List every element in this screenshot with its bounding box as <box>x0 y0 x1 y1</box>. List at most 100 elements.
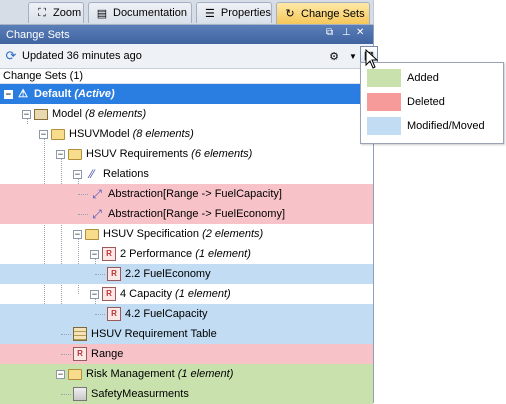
tree-label: HSUV Requirement Table <box>91 328 217 340</box>
tree-note: (8 elements) <box>85 108 147 120</box>
tree-row-hsuv-specification[interactable]: − HSUV Specification (2 elements) <box>0 224 373 244</box>
updated-status: Updated 36 minutes ago <box>22 50 142 62</box>
tree-label: Relations <box>103 168 149 180</box>
tree-note: (1 element) <box>177 368 234 380</box>
added-swatch <box>367 69 401 87</box>
tree-row-risk-management[interactable]: − Risk Management (1 element) <box>0 364 373 384</box>
legend-label: Modified/Moved <box>407 120 485 132</box>
tree-label: 2.2 FuelEconomy <box>125 268 211 280</box>
sync-icon[interactable]: ⟳ <box>4 48 18 63</box>
tree-row-2-performance[interactable]: − R 2 Performance (1 element) <box>0 244 373 264</box>
tree-label: Default <box>34 88 72 100</box>
collapse-icon[interactable]: − <box>22 109 31 119</box>
deleted-swatch <box>367 93 401 111</box>
tree-label: Abstraction[Range -> FuelCapacity] <box>108 188 282 200</box>
tree-note: (1 element) <box>195 248 251 260</box>
legend-item-added: Added <box>367 69 439 87</box>
tree-label: 4.2 FuelCapacity <box>125 308 208 320</box>
tree-row-4-2-fuelcapacity[interactable]: R 4.2 FuelCapacity <box>0 304 373 324</box>
tab-label: Change Sets <box>301 7 365 20</box>
requirement-icon: R <box>107 267 121 281</box>
tree-row-4-capacity[interactable]: − R 4 Capacity (1 element) <box>0 284 373 304</box>
tab-documentation[interactable]: ▤ Documentation <box>88 2 192 23</box>
tab-bar: ⛶ Zoom ▤ Documentation ☰ Properties ↻ Ch… <box>0 0 373 25</box>
collapse-icon[interactable]: − <box>73 169 82 179</box>
collapse-icon[interactable]: − <box>4 89 13 99</box>
tree-note: (6 elements) <box>191 148 253 160</box>
collapse-icon[interactable]: − <box>39 129 48 139</box>
tab-label: Properties <box>220 7 271 19</box>
collapse-icon[interactable]: − <box>73 229 82 239</box>
legend-label: Deleted <box>407 96 445 108</box>
panel-toolbar: ⟳ Updated 36 minutes ago ⚙ ▼ ▦ <box>0 44 378 69</box>
tree-label: HSUVModel <box>69 128 130 140</box>
relations-icon: ⁄⁄ <box>89 167 94 181</box>
tab-properties[interactable]: ☰ Properties <box>196 2 272 23</box>
requirement-icon: R <box>102 247 116 261</box>
folder-icon <box>68 148 82 160</box>
diagram-icon <box>73 387 87 401</box>
tab-zoom[interactable]: ⛶ Zoom <box>28 2 84 23</box>
tab-change-sets[interactable]: ↻ Change Sets <box>276 2 370 24</box>
abstraction-icon: ⤢ <box>92 187 102 201</box>
legend-item-modified: Modified/Moved <box>367 117 485 135</box>
table-icon <box>73 327 87 341</box>
tree-row-hsuv-requirement-table[interactable]: HSUV Requirement Table <box>0 324 373 344</box>
folder-icon <box>85 228 99 240</box>
right-pane <box>373 0 506 403</box>
requirement-icon: R <box>102 287 116 301</box>
tab-label: Zoom <box>53 7 82 19</box>
folder-icon <box>51 128 65 140</box>
pin-icon[interactable]: ⊥ <box>342 27 351 38</box>
legend-popup: Added Deleted Modified/Moved <box>360 62 504 144</box>
tree-row-safetymeasurments[interactable]: SafetyMeasurments <box>0 384 373 404</box>
tree-note: (Active) <box>74 88 115 100</box>
tree-note: (1 element) <box>175 288 231 300</box>
modified-swatch <box>367 117 401 135</box>
tree-note: (2 elements) <box>202 228 264 240</box>
tree-label: HSUV Requirements <box>86 148 189 160</box>
collapse-icon[interactable]: − <box>90 289 99 299</box>
tree-row-range[interactable]: R Range <box>0 344 373 364</box>
tree-row-hsuvmodel[interactable]: − HSUVModel (8 elements) <box>0 124 373 144</box>
tree-row-abstraction-fuelcapacity[interactable]: ⤢ Abstraction[Range -> FuelCapacity] <box>0 184 373 204</box>
folder-icon <box>68 368 82 380</box>
documentation-icon: ▤ <box>96 7 108 20</box>
tree-label: HSUV Specification <box>103 228 199 240</box>
collapse-icon[interactable]: − <box>90 249 99 259</box>
change-sets-icon: ↻ <box>285 8 295 20</box>
tree-row-2-2-fueleconomy[interactable]: R 2.2 FuelEconomy <box>0 264 373 284</box>
package-icon <box>34 108 48 120</box>
tree-row-abstraction-fueleconomy[interactable]: ⤢ Abstraction[Range -> FuelEconomy] <box>0 204 373 224</box>
options-icon[interactable]: ⚙ <box>326 48 342 64</box>
abstraction-icon: ⤢ <box>92 207 102 221</box>
panel-title: Change Sets <box>6 28 70 41</box>
chevron-down-icon[interactable]: ▼ <box>345 48 361 64</box>
tree-row-model[interactable]: − Model (8 elements) <box>0 104 373 124</box>
warning-icon: ⚠ <box>18 88 28 100</box>
change-sets-tree: − ⚠ Default (Active) − Model (8 elements… <box>0 84 373 404</box>
tree-label: Abstraction[Range -> FuelEconomy] <box>108 208 286 220</box>
tree-label: Range <box>91 348 124 360</box>
legend-item-deleted: Deleted <box>367 93 445 111</box>
tab-label: Documentation <box>113 7 187 19</box>
collapse-icon[interactable]: − <box>56 369 65 379</box>
tree-row-hsuv-requirements[interactable]: − HSUV Requirements (6 elements) <box>0 144 373 164</box>
zoom-icon: ⛶ <box>38 6 46 19</box>
tree-label: 4 Capacity <box>120 288 172 300</box>
properties-icon: ☰ <box>204 7 215 20</box>
change-sets-panel: Change Sets ⧉ ⊥ ✕ ⟳ Updated 36 minutes a… <box>0 25 378 404</box>
requirement-icon: R <box>107 307 121 321</box>
tree-label: Model <box>52 108 82 120</box>
tree-note: (8 elements) <box>132 128 194 140</box>
collapse-icon[interactable]: − <box>56 149 65 159</box>
tree-row-relations[interactable]: − ⁄⁄ Relations <box>0 164 373 184</box>
tree-label: 2 Performance <box>120 248 193 260</box>
restore-icon[interactable]: ⧉ <box>326 27 333 38</box>
tree-label: SafetyMeasurments <box>91 388 189 400</box>
close-icon[interactable]: ✕ <box>356 27 364 38</box>
tree-row-default[interactable]: − ⚠ Default (Active) <box>0 84 373 104</box>
panel-titlebar: Change Sets ⧉ ⊥ ✕ <box>0 25 373 44</box>
tree-label: Risk Management <box>86 368 175 380</box>
change-sets-count: Change Sets (1) <box>0 69 373 84</box>
